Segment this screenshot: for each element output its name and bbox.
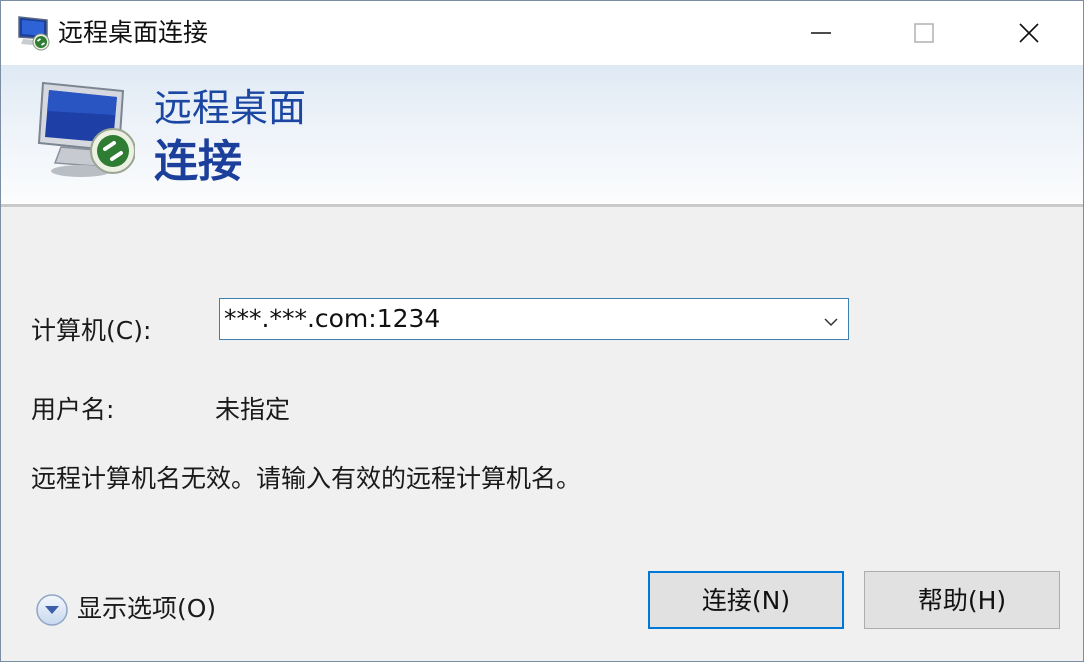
banner-title-line1: 远程桌面: [154, 86, 307, 130]
title-bar[interactable]: 远程桌面连接: [1, 1, 1083, 65]
close-button[interactable]: [979, 1, 1079, 65]
remote-desktop-window: 远程桌面连接 远程桌面 连接 计算机(C): ***.***.com:1234 …: [0, 0, 1084, 662]
minimize-icon: [811, 32, 831, 34]
username-value: 未指定: [215, 395, 291, 424]
chevron-down-icon[interactable]: [824, 313, 838, 327]
close-icon: [1019, 23, 1039, 43]
username-label: 用户名:: [31, 395, 115, 424]
help-button[interactable]: 帮助(H): [864, 571, 1060, 629]
remote-desktop-icon: [17, 15, 51, 51]
window-title: 远程桌面连接: [58, 18, 209, 47]
expand-down-icon[interactable]: [35, 593, 69, 627]
show-options-label[interactable]: 显示选项(O): [77, 593, 216, 625]
computer-label: 计算机(C):: [31, 316, 152, 345]
error-message: 远程计算机名无效。请输入有效的远程计算机名。: [31, 464, 582, 493]
computer-input[interactable]: ***.***.com:1234: [224, 303, 440, 335]
maximize-icon: [914, 23, 934, 43]
maximize-button[interactable]: [874, 1, 974, 65]
banner-title-line2: 连接: [154, 136, 242, 187]
connect-button[interactable]: 连接(N): [648, 571, 844, 629]
header-banner: 远程桌面 连接: [1, 65, 1083, 203]
monitor-remote-icon: [35, 81, 136, 181]
minimize-button[interactable]: [771, 1, 871, 65]
banner-divider-shadow: [1, 204, 1083, 207]
computer-combobox[interactable]: ***.***.com:1234: [219, 298, 849, 340]
